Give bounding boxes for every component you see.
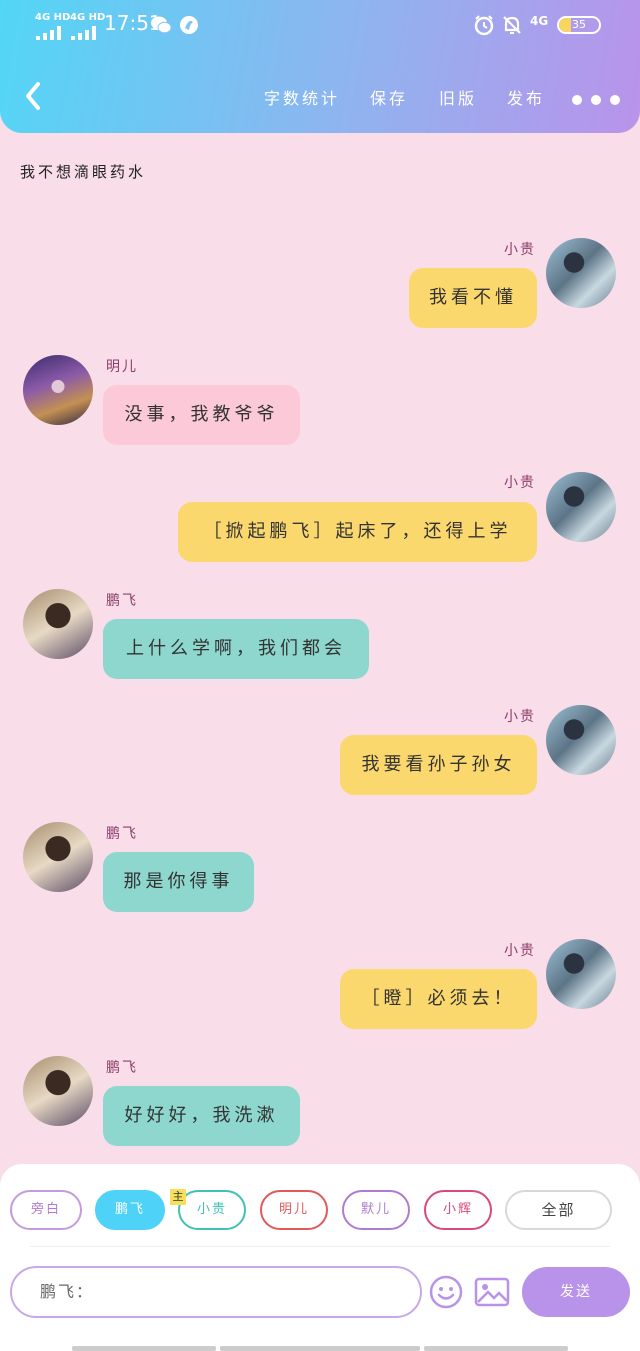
message-bubble[interactable]: 我要看孙子孙女	[340, 735, 537, 795]
sender-name: 鹏飞	[106, 1060, 138, 1076]
battery-indicator: 35	[557, 16, 601, 34]
signal-bars-2-icon	[71, 26, 97, 40]
message-bubble[interactable]: ［瞪］必须去！	[340, 969, 537, 1029]
send-button[interactable]: 发送	[522, 1267, 630, 1317]
sender-name: 小贵	[504, 475, 536, 491]
emoji-icon[interactable]	[429, 1275, 463, 1309]
sim2-label: 4G HD	[70, 12, 106, 23]
message-bubble[interactable]: 那是你得事	[103, 852, 254, 912]
message-bubble[interactable]: ［掀起鹏飞］起床了，还得上学	[178, 502, 537, 562]
network-label: 4G	[530, 14, 549, 28]
role-chip-narrator[interactable]: 旁白	[10, 1190, 82, 1230]
role-chip-xiaohui[interactable]: 小辉	[424, 1190, 492, 1230]
role-chip-pengfei[interactable]: 鹏飞	[95, 1190, 165, 1230]
message-bubble[interactable]: 没事，我教爷爷	[103, 385, 300, 445]
publish-button[interactable]: 发布	[507, 85, 545, 109]
avatar[interactable]	[546, 939, 616, 1009]
sender-name: 小贵	[504, 242, 536, 258]
sender-name: 鹏飞	[106, 826, 138, 842]
more-dots-icon[interactable]	[572, 90, 629, 109]
nav-bar-segment	[424, 1346, 568, 1351]
role-chip-all[interactable]: 全部	[505, 1190, 612, 1230]
message-bubble[interactable]: 我看不懂	[409, 268, 537, 328]
image-icon[interactable]	[474, 1277, 510, 1307]
story-title[interactable]: 我不想滴眼药水	[20, 161, 146, 182]
back-button[interactable]	[20, 78, 50, 114]
wechat-icon	[150, 14, 172, 36]
nav-bar-segment	[72, 1346, 216, 1351]
avatar[interactable]	[546, 238, 616, 308]
avatar[interactable]	[546, 705, 616, 775]
save-button[interactable]: 保存	[370, 85, 408, 109]
mute-bell-icon	[501, 14, 523, 36]
avatar[interactable]	[546, 472, 616, 542]
sender-name: 小贵	[504, 709, 536, 725]
alarm-icon	[473, 14, 495, 36]
sender-name: 鹏飞	[106, 593, 138, 609]
avatar[interactable]	[23, 355, 93, 425]
nav-bar-segment	[220, 1346, 420, 1351]
browser-icon	[178, 14, 200, 36]
message-input[interactable]: 鹏飞：	[10, 1266, 422, 1318]
signal-bars-1-icon	[36, 26, 62, 40]
top-header: 4G HD 4G HD 17:51 4G 35 字数统计 保存 旧版 发布	[0, 0, 640, 133]
message-bubble[interactable]: 上什么学啊，我们都会	[103, 619, 369, 679]
avatar[interactable]	[23, 1056, 93, 1126]
divider	[30, 1246, 610, 1247]
avatar[interactable]	[23, 589, 93, 659]
role-chip-moer[interactable]: 默儿	[342, 1190, 410, 1230]
sender-name: 小贵	[504, 943, 536, 959]
battery-level: 35	[572, 18, 586, 31]
old-version-button[interactable]: 旧版	[439, 85, 477, 109]
avatar[interactable]	[23, 822, 93, 892]
role-chip-minger[interactable]: 明儿	[260, 1190, 328, 1230]
word-count-button[interactable]: 字数统计	[264, 85, 340, 109]
main-role-badge: 主	[170, 1189, 186, 1205]
sim1-label: 4G HD	[35, 12, 71, 23]
message-bubble[interactable]: 好好好，我洗漱	[103, 1086, 300, 1146]
back-arrow-icon	[26, 82, 40, 110]
role-chip-xiaogui[interactable]: 小贵	[178, 1190, 246, 1230]
sender-name: 明儿	[106, 359, 138, 375]
status-bar: 4G HD 4G HD 17:51 4G 35	[0, 8, 640, 42]
